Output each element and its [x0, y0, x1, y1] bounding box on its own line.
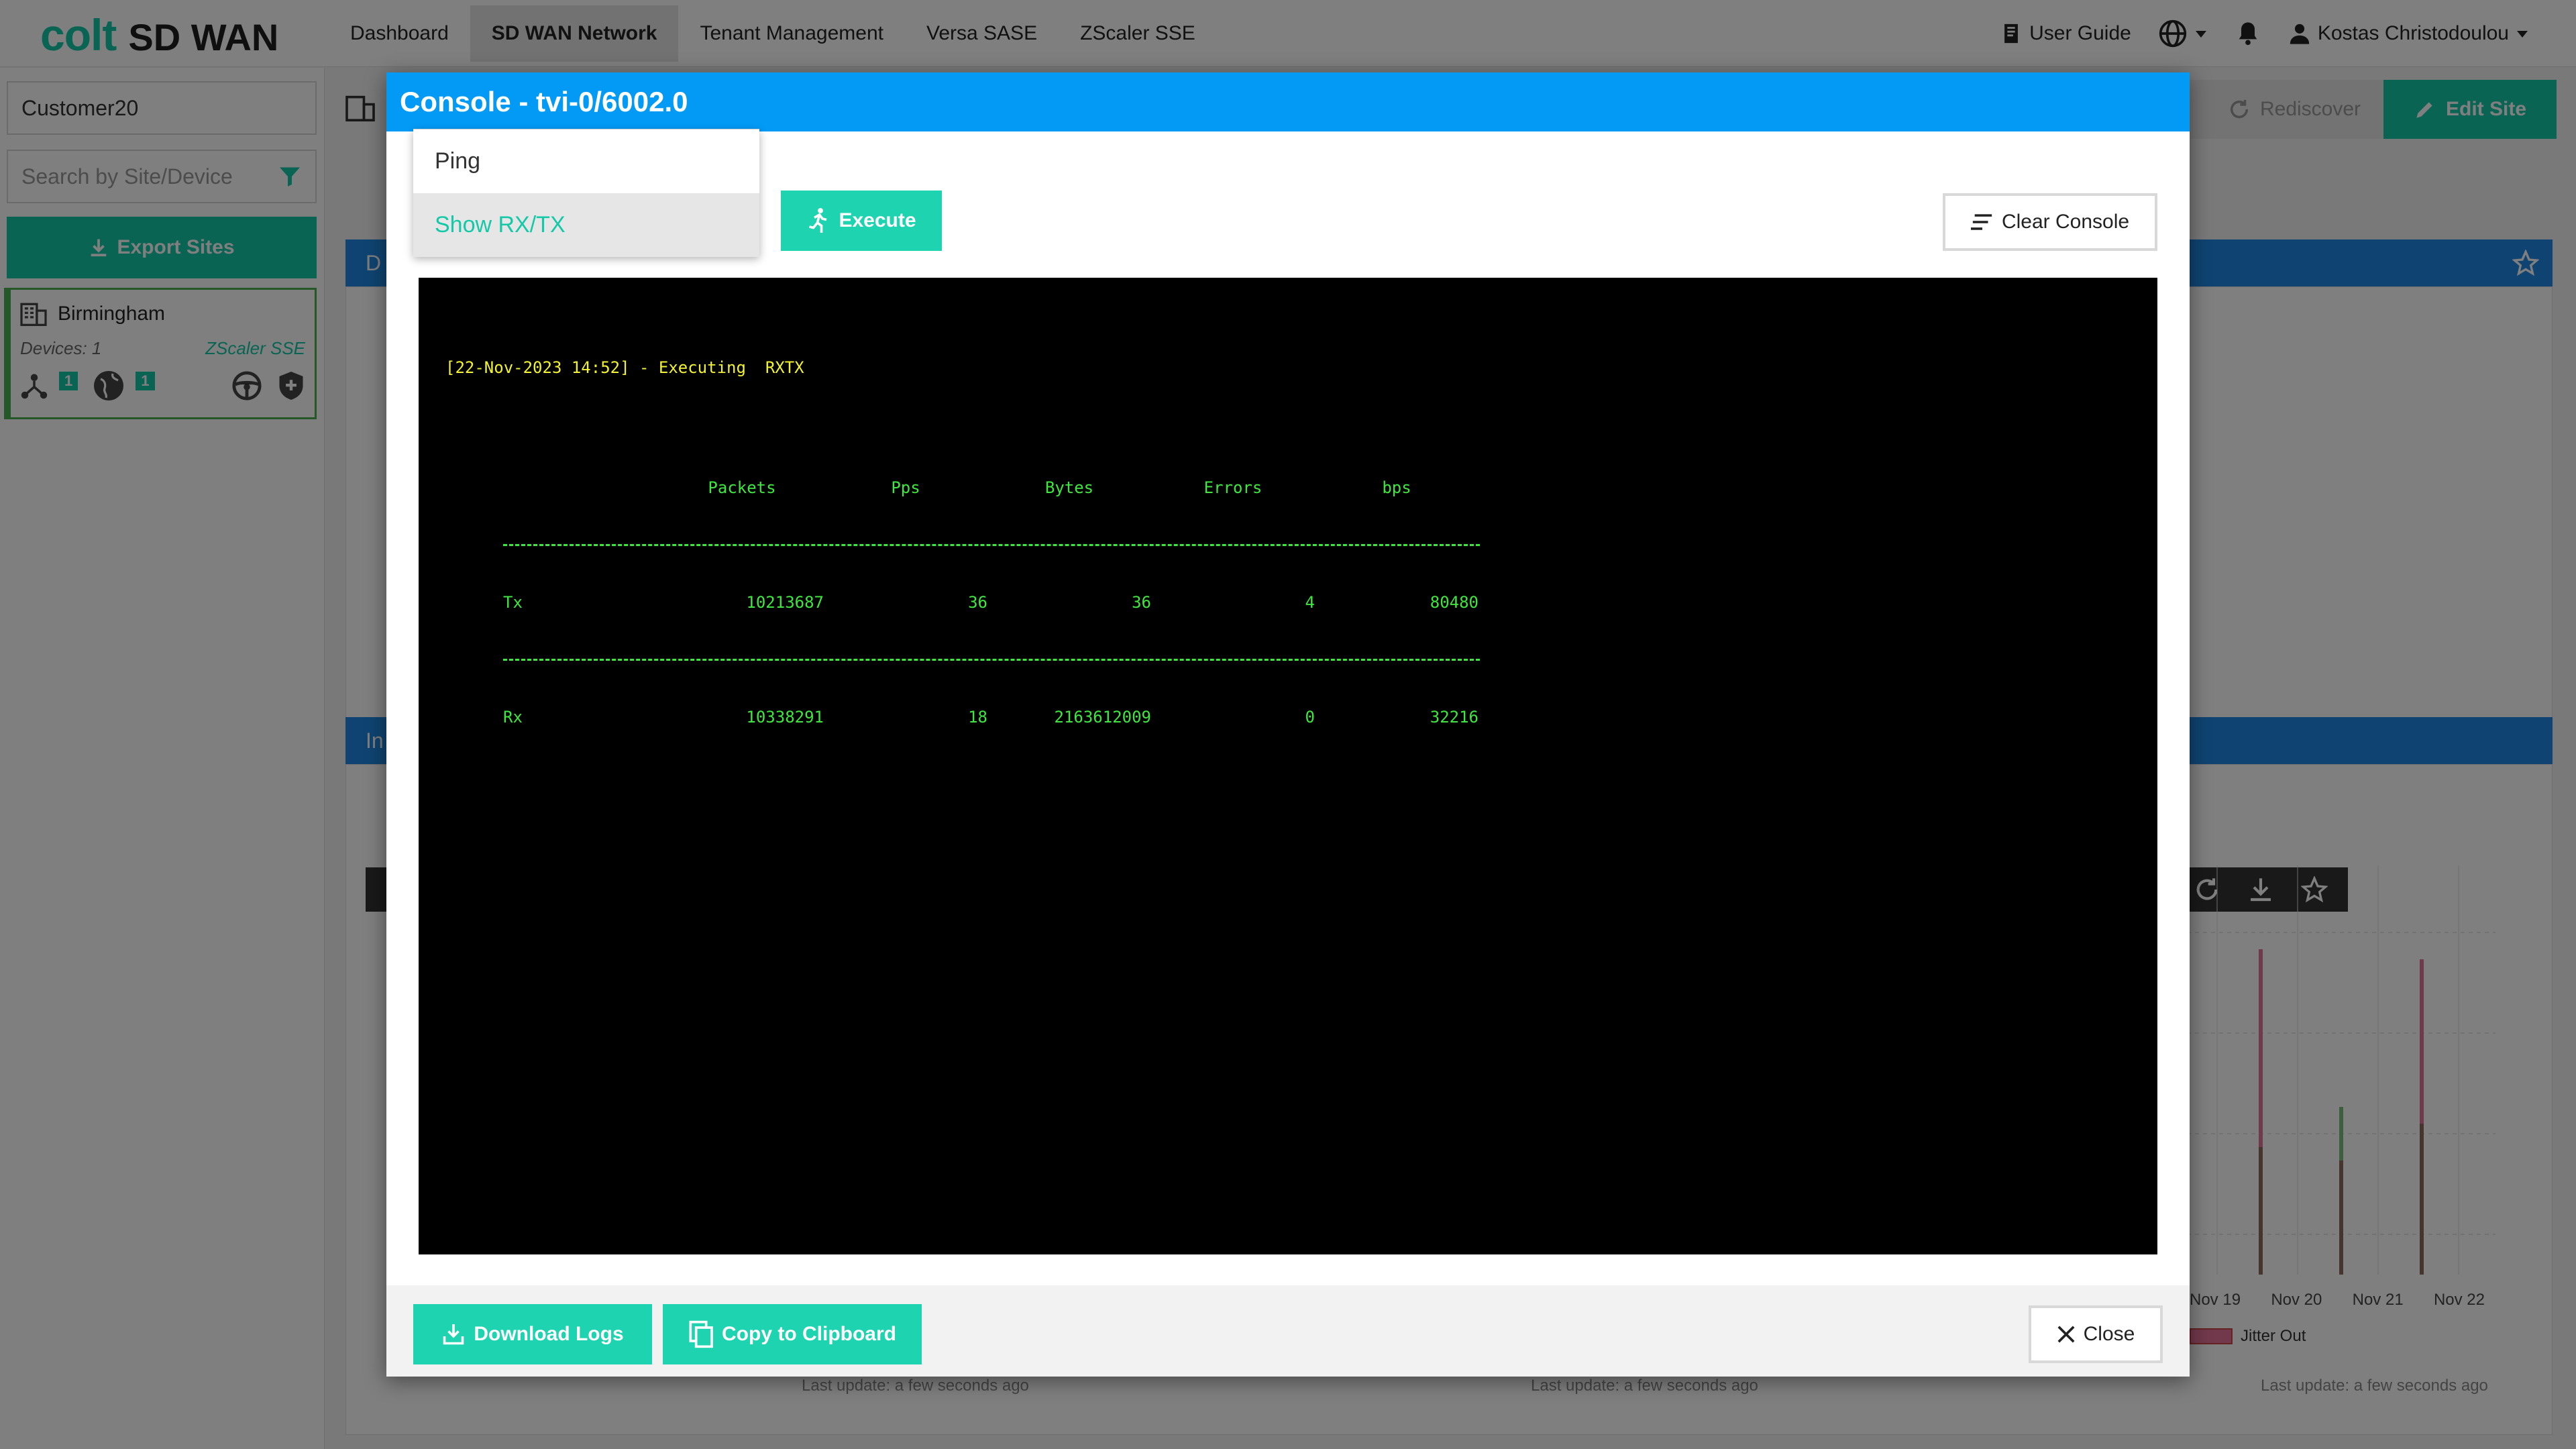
option-show-rx-tx[interactable]: Show RX/TX [413, 193, 759, 257]
download-logs-label: Download Logs [474, 1323, 624, 1345]
execute-label: Execute [839, 209, 916, 231]
row-label-tx: Tx [503, 593, 523, 612]
option-ping[interactable]: Ping [413, 129, 759, 193]
clear-console-button[interactable]: Clear Console [1943, 193, 2157, 251]
close-label: Close [2083, 1323, 2135, 1345]
modal-title: Console - tvi-0/6002.0 [400, 86, 688, 117]
modal-header: Console - tvi-0/6002.0 [386, 72, 2190, 131]
close-button[interactable]: Close [2029, 1305, 2163, 1363]
command-dropdown[interactable]: Ping Show RX/TX [413, 129, 759, 257]
console-modal: Console - tvi-0/6002.0 Execute Clear Con… [386, 72, 2190, 1377]
header-packets: Packets [708, 478, 776, 497]
rxtx-row-rx: Rx 10338291 18 2163612009 0 32216 [503, 707, 2157, 727]
console-output[interactable]: [22-Nov-2023 14:52] - Executing RXTX Pac… [419, 278, 2157, 1254]
rxtx-row-tx: Tx 10213687 36 36 4 80480 [503, 592, 2157, 612]
tx-errors: 4 [1305, 593, 1315, 612]
table-separator [503, 544, 1480, 546]
download-logs-button[interactable]: Download Logs [413, 1304, 652, 1364]
header-bytes: Bytes [1044, 478, 1094, 497]
console-exec-line: [22-Nov-2023 14:52] - Executing RXTX [445, 358, 804, 377]
tx-bytes: 36 [1132, 593, 1151, 612]
rx-packets: 10338291 [746, 708, 824, 727]
copy-icon [689, 1320, 713, 1348]
tx-bps: 80480 [1430, 593, 1479, 612]
execute-button[interactable]: Execute [781, 191, 942, 251]
rxtx-table: Packets Pps Bytes Errors bps Tx 10213687… [503, 440, 2157, 765]
rx-pps: 18 [968, 708, 987, 727]
copy-to-clipboard-button[interactable]: Copy to Clipboard [663, 1304, 922, 1364]
download-icon [443, 1324, 464, 1345]
clear-lines-icon [1970, 214, 1992, 230]
rx-bytes: 2163612009 [1054, 708, 1152, 727]
running-person-icon [809, 208, 827, 233]
rx-bps: 32216 [1430, 708, 1479, 727]
header-pps: Pps [891, 478, 920, 497]
rx-errors: 0 [1305, 708, 1315, 727]
modal-footer: Download Logs Copy to Clipboard Close [386, 1285, 2190, 1377]
table-separator [503, 659, 1480, 661]
close-icon [2057, 1326, 2075, 1343]
tx-pps: 36 [968, 593, 987, 612]
copy-to-clipboard-label: Copy to Clipboard [722, 1323, 896, 1345]
header-bps: bps [1382, 478, 1411, 497]
tx-packets: 10213687 [746, 593, 824, 612]
header-errors: Errors [1203, 478, 1263, 497]
clear-console-label: Clear Console [2001, 211, 2130, 233]
row-label-rx: Rx [503, 708, 523, 727]
rxtx-header-row: Packets Pps Bytes Errors bps [503, 478, 2157, 498]
